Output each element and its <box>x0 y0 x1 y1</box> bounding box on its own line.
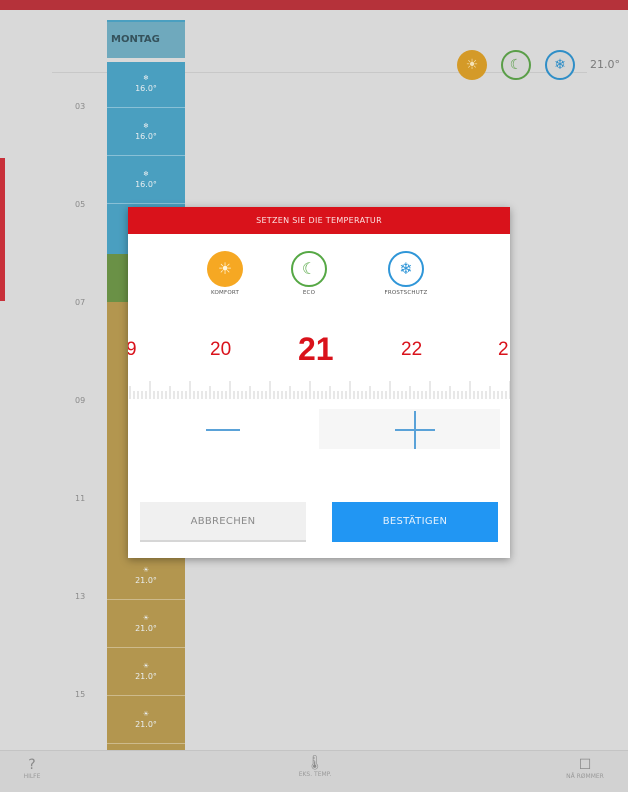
picker-value-partial-right[interactable]: 2 <box>498 339 509 361</box>
timeline-slot[interactable]: ☀ 21.0° <box>107 558 185 600</box>
dialog-actions: ABBRECHEN BESTÄTIGEN <box>128 457 510 542</box>
picker-value-selected[interactable]: 21 <box>298 331 334 368</box>
timeline-slot[interactable]: ❄ 16.0° <box>107 162 185 204</box>
top-accent-bar <box>0 0 628 10</box>
snowflake-icon: ❄ <box>143 122 149 130</box>
hour-label: 03 <box>75 102 86 111</box>
moon-icon: ☾ <box>509 57 523 73</box>
hour-label: 05 <box>75 200 86 209</box>
timeline-slot[interactable]: ☀ 21.0° <box>107 702 185 744</box>
temperature-stepper <box>128 399 510 457</box>
temperature-nav-item[interactable]: 🌡 EKS. TEMP. <box>285 755 345 778</box>
square-icon: ☐ <box>578 757 592 773</box>
temperature-picker[interactable]: 9 20 21 22 2 <box>128 319 510 399</box>
set-temperature-dialog: SETZEN SIE DIE TEMPERATUR ☀ KOMFORT ☾ EC… <box>128 207 510 558</box>
rooms-nav-item[interactable]: ☐ NÅ RØMMER <box>555 757 615 780</box>
timeline-slot[interactable]: ❄ 16.0° <box>107 66 185 108</box>
timeline-slot[interactable]: ☀ 21.0° <box>107 654 185 696</box>
increase-button[interactable] <box>319 409 500 449</box>
sun-icon: ☀ <box>142 662 150 670</box>
hour-label: 13 <box>75 592 86 601</box>
eco-mode-label: ECO <box>302 290 316 296</box>
dialog-title: SETZEN SIE DIE TEMPERATUR <box>128 207 510 234</box>
frost-mode-button[interactable]: ❄ FROSTSCHUTZ <box>366 251 446 296</box>
sun-icon: ☀ <box>217 259 233 278</box>
bottom-nav-bar: ? HILFE 🌡 EKS. TEMP. ☐ NÅ RØMMER <box>0 750 628 792</box>
sun-icon: ☀ <box>142 566 150 574</box>
snowflake-icon: ❄ <box>399 259 413 278</box>
minus-icon <box>206 429 240 431</box>
frost-mode-circle: ❄ <box>388 251 424 287</box>
sun-icon: ☀ <box>142 710 150 718</box>
mode-selector: ☀ KOMFORT ☾ ECO ❄ FROSTSCHUTZ <box>128 234 510 319</box>
eco-mode-button[interactable]: ☾ ECO <box>269 251 349 296</box>
comfort-mode-circle: ☀ <box>207 251 243 287</box>
comfort-mode-chip[interactable]: ☀ <box>457 50 487 80</box>
thermometer-icon: 🌡 <box>306 755 324 771</box>
help-nav-item[interactable]: ? HILFE <box>12 757 52 780</box>
snowflake-icon: ❄ <box>143 170 149 178</box>
timeline-slot[interactable]: ☀ 21.0° <box>107 606 185 648</box>
snowflake-icon: ❄ <box>143 74 149 82</box>
decrease-button[interactable] <box>128 409 318 449</box>
frost-mode-label: FROSTSCHUTZ <box>384 290 428 296</box>
comfort-mode-button[interactable]: ☀ KOMFORT <box>185 251 265 296</box>
help-icon: ? <box>28 757 36 773</box>
hour-label: 11 <box>75 494 86 503</box>
sun-icon: ☀ <box>142 614 150 622</box>
comfort-mode-label: KOMFORT <box>210 290 240 296</box>
picker-value-next[interactable]: 22 <box>401 339 422 361</box>
timeline-slot[interactable]: ❄ 16.0° <box>107 114 185 156</box>
moon-icon: ☾ <box>301 259 317 278</box>
eco-mode-circle: ☾ <box>291 251 327 287</box>
picker-ruler[interactable] <box>128 381 510 399</box>
frost-mode-chip[interactable]: ❄ <box>545 50 575 80</box>
cancel-button[interactable]: ABBRECHEN <box>140 502 306 542</box>
left-accent-bar <box>0 158 5 301</box>
picker-value-prev[interactable]: 20 <box>210 339 231 361</box>
picker-value-partial-left[interactable]: 9 <box>128 339 137 361</box>
hour-label: 15 <box>75 690 86 699</box>
sun-icon: ☀ <box>465 57 479 73</box>
current-temperature: 21.0° <box>590 58 620 71</box>
confirm-button[interactable]: BESTÄTIGEN <box>332 502 498 542</box>
day-label[interactable]: MONTAG <box>107 22 185 58</box>
snowflake-icon: ❄ <box>554 57 566 73</box>
hour-label: 09 <box>75 396 86 405</box>
hour-label: 07 <box>75 298 86 307</box>
eco-mode-chip[interactable]: ☾ <box>501 50 531 80</box>
